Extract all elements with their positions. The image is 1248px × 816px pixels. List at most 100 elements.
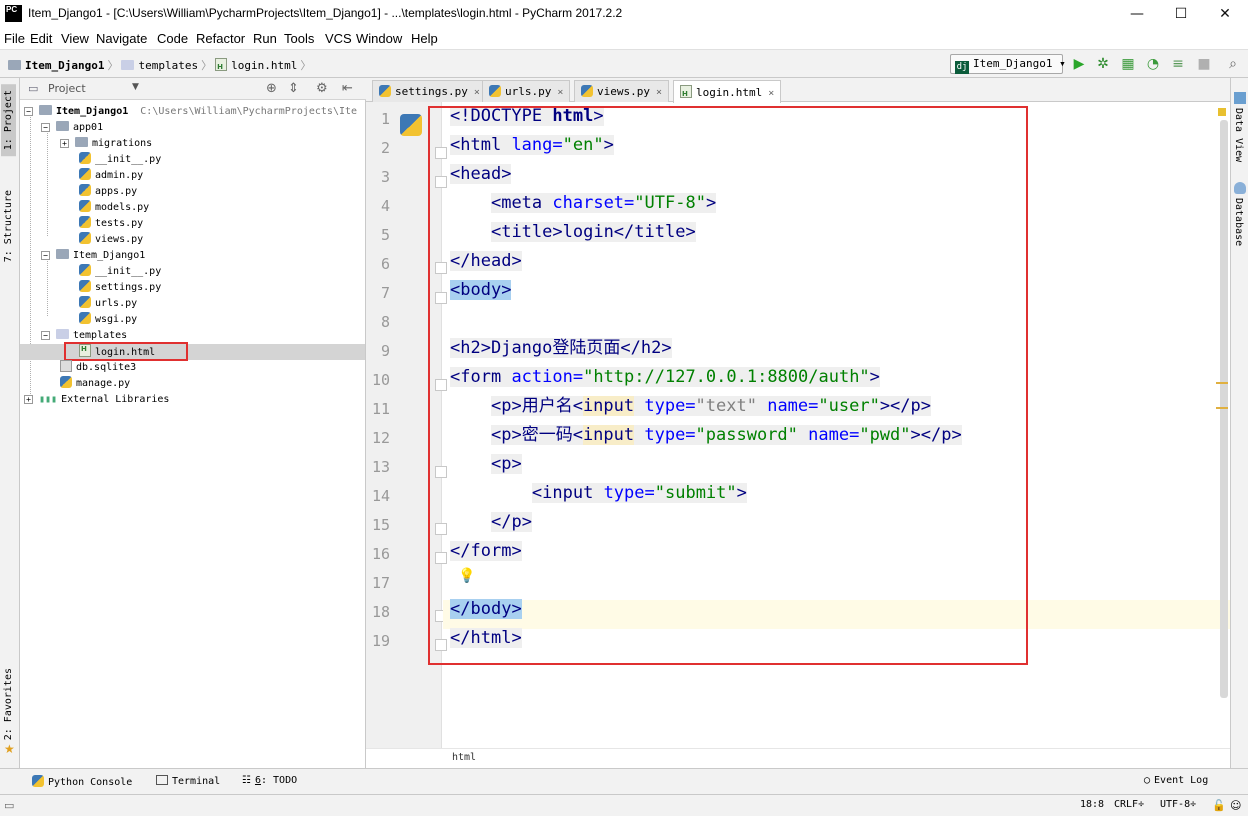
django-icon: dj bbox=[955, 61, 969, 74]
tree-item-settings[interactable]: settings.py bbox=[79, 280, 161, 296]
tool-tab-database[interactable]: Database bbox=[1233, 198, 1244, 246]
menu-file[interactable]: File bbox=[4, 31, 25, 46]
tree-item-label: __init__.py bbox=[95, 266, 162, 277]
tab-urls-py[interactable]: urls.py × bbox=[482, 80, 571, 102]
tab-settings-py[interactable]: settings.py × bbox=[372, 80, 487, 102]
menu-navigate[interactable]: Navigate bbox=[96, 31, 147, 46]
menu-help[interactable]: Help bbox=[411, 31, 438, 46]
line-separator[interactable]: CRLF÷ bbox=[1114, 799, 1144, 810]
tree-root-label: Item_Django1 bbox=[56, 106, 129, 117]
tree-item-wsgi[interactable]: wsgi.py bbox=[79, 312, 137, 328]
tab-label: login.html bbox=[696, 86, 763, 99]
collapse-icon[interactable]: − bbox=[24, 107, 33, 116]
tool-tab-favorites[interactable]: 2: Favorites bbox=[1, 662, 16, 746]
python-file-icon bbox=[79, 200, 91, 212]
breadcrumb: Item_Django1〉templates〉login.html〉 bbox=[8, 57, 314, 73]
menu-edit[interactable]: Edit bbox=[30, 31, 52, 46]
tree-item-models[interactable]: models.py bbox=[79, 200, 149, 216]
terminal-button[interactable]: Terminal bbox=[156, 775, 220, 787]
collapse-icon[interactable]: − bbox=[41, 123, 50, 132]
tree-item-app01[interactable]: − app01 bbox=[41, 120, 103, 136]
collapse-all-icon[interactable]: ⇕ bbox=[288, 81, 299, 96]
analysis-status-icon[interactable] bbox=[1218, 108, 1226, 116]
event-log-icon: ◯ bbox=[1144, 775, 1151, 786]
tree-item-apps[interactable]: apps.py bbox=[79, 184, 137, 200]
tree-item-manage[interactable]: manage.py bbox=[60, 376, 130, 392]
tool-windows-toggle-icon[interactable]: ▭ bbox=[4, 799, 14, 812]
python-gutter-icon[interactable] bbox=[400, 114, 422, 136]
run-icon[interactable]: ▶ bbox=[1070, 56, 1088, 72]
close-icon[interactable]: × bbox=[474, 87, 480, 98]
project-panel-title[interactable]: Project bbox=[48, 82, 86, 95]
menu-code[interactable]: Code bbox=[157, 31, 188, 46]
tool-tab-data-view[interactable]: Data View bbox=[1233, 108, 1244, 162]
tree-item-init-project[interactable]: __init__.py bbox=[79, 264, 161, 280]
tree-item-label: app01 bbox=[73, 122, 104, 133]
chevron-down-icon[interactable]: ▼ bbox=[132, 82, 139, 92]
menu-vcs[interactable]: VCS bbox=[325, 31, 352, 46]
tree-root[interactable]: − Item_Django1 C:\Users\William\PycharmPr… bbox=[24, 104, 357, 120]
menu-refactor[interactable]: Refactor bbox=[196, 31, 245, 46]
caret-position[interactable]: 18:8 bbox=[1080, 799, 1104, 810]
python-file-icon bbox=[79, 216, 91, 228]
tree-item-urls[interactable]: urls.py bbox=[79, 296, 137, 312]
tool-tab-project[interactable]: 1: Project bbox=[1, 84, 16, 157]
error-stripe-mark[interactable] bbox=[1216, 407, 1228, 409]
run-configuration-select[interactable]: dj Item_Django1 ▾ bbox=[950, 54, 1066, 74]
folder-icon bbox=[8, 60, 21, 70]
menu-view[interactable]: View bbox=[61, 31, 89, 46]
search-icon[interactable]: ⌕ bbox=[1224, 56, 1242, 72]
run-coverage-icon[interactable]: ▦ bbox=[1119, 56, 1137, 72]
python-console-button[interactable]: Python Console bbox=[32, 775, 132, 788]
html-file-icon bbox=[215, 58, 228, 71]
close-icon[interactable]: × bbox=[768, 88, 774, 99]
right-tool-strip: Data View Database bbox=[1230, 78, 1248, 768]
menu-tools[interactable]: Tools bbox=[284, 31, 314, 46]
editor-tab-bar: settings.py × urls.py × views.py × login.ht… bbox=[366, 78, 1230, 103]
maximize-button[interactable]: ☐ bbox=[1158, 0, 1204, 28]
minimize-button[interactable]: — bbox=[1114, 0, 1160, 28]
concurrency-icon[interactable]: ≡ bbox=[1169, 56, 1187, 72]
error-stripe-mark[interactable] bbox=[1216, 382, 1228, 384]
python-file-icon bbox=[581, 85, 593, 97]
expand-icon[interactable]: + bbox=[60, 139, 69, 148]
tree-item-admin[interactable]: admin.py bbox=[79, 168, 143, 184]
tree-item-external-libraries[interactable]: + ▮▮▮ External Libraries bbox=[24, 392, 169, 408]
tool-tab-structure[interactable]: 7: Structure bbox=[1, 184, 16, 268]
collapse-icon[interactable]: − bbox=[41, 331, 50, 340]
stop-icon[interactable]: ■ bbox=[1195, 56, 1213, 72]
tree-item-migrations[interactable]: + migrations bbox=[60, 136, 152, 152]
collapse-icon[interactable]: − bbox=[41, 251, 50, 260]
breadcrumb-folder[interactable]: templates bbox=[138, 59, 198, 72]
close-icon[interactable]: × bbox=[557, 87, 563, 98]
close-icon[interactable]: × bbox=[656, 87, 662, 98]
inspector-icon[interactable]: ☺ bbox=[1230, 799, 1241, 812]
breadcrumb-file[interactable]: login.html bbox=[231, 59, 297, 72]
scroll-from-source-icon[interactable]: ⊕ bbox=[266, 81, 277, 96]
editor-scrollbar[interactable] bbox=[1220, 120, 1228, 698]
close-button[interactable]: ✕ bbox=[1202, 0, 1248, 28]
gear-icon[interactable]: ⚙ bbox=[316, 81, 328, 96]
hide-panel-icon[interactable]: ⇤ bbox=[342, 81, 353, 96]
tree-item-views[interactable]: views.py bbox=[79, 232, 143, 248]
tree-item-init-app01[interactable]: __init__.py bbox=[79, 152, 161, 168]
tree-item-db-sqlite3[interactable]: db.sqlite3 bbox=[60, 360, 136, 376]
menu-window[interactable]: Window bbox=[356, 31, 402, 46]
tab-views-py[interactable]: views.py × bbox=[574, 80, 670, 102]
annotation-box bbox=[428, 106, 1028, 665]
menu-run[interactable]: Run bbox=[253, 31, 277, 46]
todo-button[interactable]: ☷ 6: TODO bbox=[242, 775, 297, 786]
debug-icon[interactable]: ✲ bbox=[1094, 56, 1112, 72]
profile-icon[interactable]: ◔ bbox=[1144, 56, 1162, 72]
tab-login-html[interactable]: login.html × bbox=[673, 80, 782, 103]
editor-breadcrumb[interactable]: html bbox=[452, 752, 476, 763]
line-number: 1 bbox=[380, 110, 390, 128]
breadcrumb-project[interactable]: Item_Django1 bbox=[25, 59, 104, 72]
expand-icon[interactable]: + bbox=[24, 395, 33, 404]
event-log-button[interactable]: ◯ Event Log bbox=[1144, 775, 1208, 786]
navigation-bar: Item_Django1〉templates〉login.html〉 djIte… bbox=[0, 50, 1248, 78]
tree-item-item-django1[interactable]: − Item_Django1 bbox=[41, 248, 145, 264]
tree-item-tests[interactable]: tests.py bbox=[79, 216, 143, 232]
file-encoding[interactable]: UTF-8÷ bbox=[1160, 799, 1196, 810]
lock-icon[interactable]: 🔓 bbox=[1212, 799, 1226, 812]
